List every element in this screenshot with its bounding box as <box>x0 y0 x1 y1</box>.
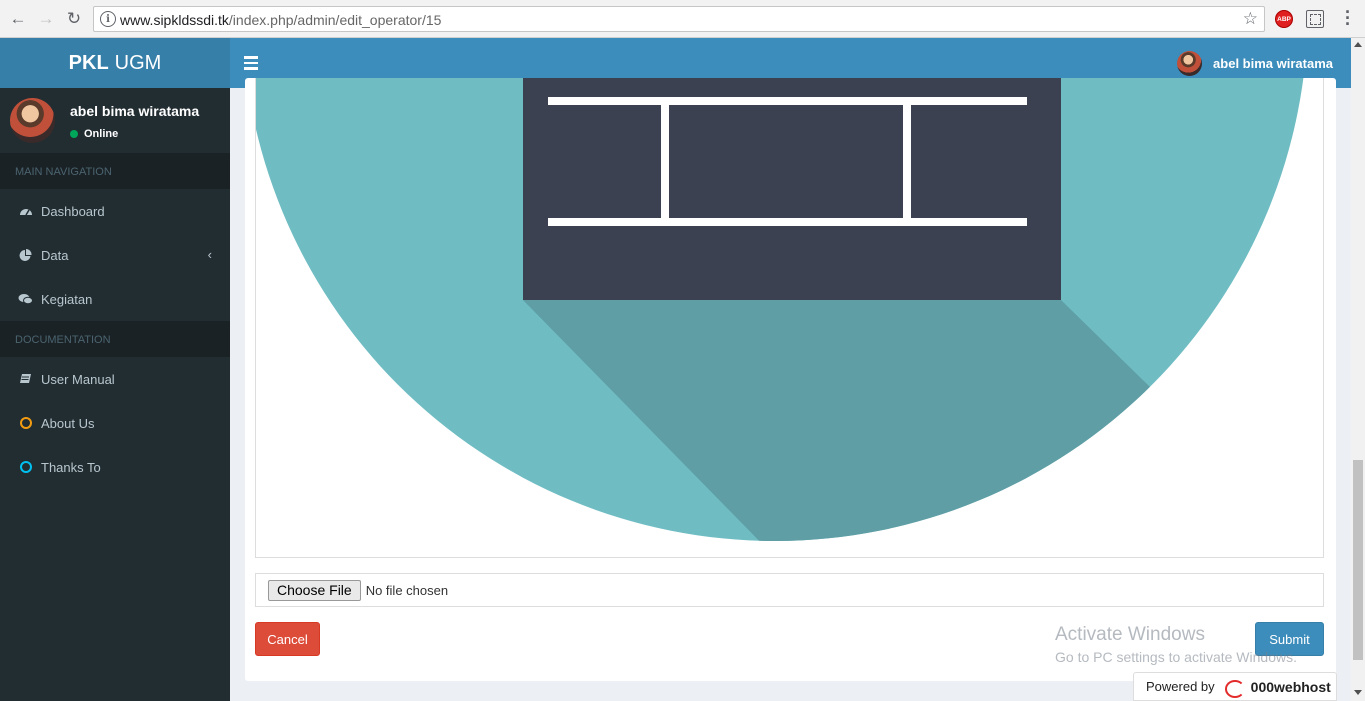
file-status-text: No file chosen <box>365 582 449 598</box>
webhost-brand: 000webhost <box>1250 678 1331 695</box>
watermark-subtitle: Go to PC settings to activate Windows. <box>1055 649 1297 665</box>
sidebar-item-data[interactable]: Data ‹ <box>0 233 230 277</box>
status-text: Online <box>84 128 119 140</box>
circle-outline-icon <box>18 416 33 430</box>
book-icon <box>18 372 33 386</box>
sidebar: abel bima wiratama Online MAIN NAVIGATIO… <box>0 88 230 701</box>
sidebar-item-label: Data <box>41 247 69 263</box>
sidebar-item-about-us[interactable]: About Us <box>0 401 230 445</box>
sidebar-item-thanks-to[interactable]: Thanks To <box>0 445 230 489</box>
user-panel: abel bima wiratama Online <box>0 88 230 153</box>
forward-icon[interactable]: → <box>36 9 56 29</box>
sidebar-item-label: Dashboard <box>41 203 105 219</box>
url-text: www.sipkldssdi.tk/index.php/admin/edit_o… <box>120 12 441 28</box>
pie-chart-icon <box>18 248 33 262</box>
webhost-logo-icon <box>1223 678 1245 698</box>
powered-by-badge[interactable]: Powered by 000webhost <box>1133 672 1337 701</box>
sidebar-user-name: abel bima wiratama <box>70 103 200 119</box>
content-wrapper: Choose File No file chosen Cancel Submit <box>230 78 1351 701</box>
browser-menu-icon[interactable]: · · · <box>1343 3 1353 33</box>
sidebar-item-label: Thanks To <box>41 459 101 475</box>
sidebar-toggle-icon[interactable] <box>244 54 258 72</box>
page-scrollbar[interactable] <box>1351 38 1365 701</box>
section-documentation: DOCUMENTATION <box>0 321 230 357</box>
header-user-menu[interactable]: abel bima wiratama <box>1177 51 1333 76</box>
header-avatar <box>1177 51 1203 76</box>
chevron-left-icon: ‹ <box>207 247 212 262</box>
choose-file-button[interactable]: Choose File <box>268 579 361 601</box>
sidebar-item-label: Kegiatan <box>41 291 93 307</box>
url-host: www.sipkldssdi.tk <box>120 12 229 28</box>
scroll-down-icon[interactable] <box>1354 690 1362 695</box>
cancel-button[interactable]: Cancel <box>255 622 320 656</box>
star-icon[interactable]: ☆ <box>1243 9 1258 29</box>
status-indicator: Online <box>70 128 118 140</box>
sidebar-item-kegiatan[interactable]: Kegiatan <box>0 277 230 321</box>
address-bar[interactable]: i www.sipkldssdi.tk/index.php/admin/edit… <box>93 6 1265 32</box>
avatar <box>10 98 55 143</box>
screenshot-extension-icon[interactable] <box>1306 10 1324 28</box>
logo-light: UGM <box>114 51 162 74</box>
info-icon[interactable]: i <box>100 11 116 27</box>
sidebar-item-label: About Us <box>41 415 95 431</box>
operator-photo-preview <box>255 78 1324 558</box>
sidebar-item-user-manual[interactable]: User Manual <box>0 357 230 401</box>
operator-photo-image <box>256 78 1308 541</box>
edit-operator-box: Choose File No file chosen Cancel Submit <box>245 78 1336 681</box>
url-path: /index.php/admin/edit_operator/15 <box>228 12 442 28</box>
powered-by-text: Powered by <box>1146 679 1215 694</box>
app-logo[interactable]: PKL UGM <box>0 38 230 88</box>
file-input[interactable]: Choose File No file chosen <box>255 573 1324 607</box>
scrollbar-thumb[interactable] <box>1353 460 1363 660</box>
section-main-navigation: MAIN NAVIGATION <box>0 153 230 189</box>
dashboard-icon <box>18 204 33 218</box>
activate-windows-watermark: Activate Windows Go to PC settings to ac… <box>1055 624 1297 665</box>
back-icon[interactable]: ← <box>8 9 28 29</box>
circle-outline-icon <box>18 460 33 474</box>
reload-icon[interactable]: ↻ <box>64 9 84 29</box>
sidebar-item-dashboard[interactable]: Dashboard <box>0 189 230 233</box>
adblock-icon[interactable]: ABP <box>1275 10 1293 28</box>
logo-bold: PKL <box>68 51 109 74</box>
scroll-up-icon[interactable] <box>1354 42 1362 47</box>
online-dot-icon <box>70 130 78 138</box>
sidebar-item-label: User Manual <box>41 371 115 387</box>
header-user-name: abel bima wiratama <box>1213 56 1333 71</box>
watermark-title: Activate Windows <box>1055 624 1205 645</box>
comments-icon <box>18 292 33 306</box>
browser-toolbar: ← → ↻ i www.sipkldssdi.tk/index.php/admi… <box>0 0 1365 38</box>
